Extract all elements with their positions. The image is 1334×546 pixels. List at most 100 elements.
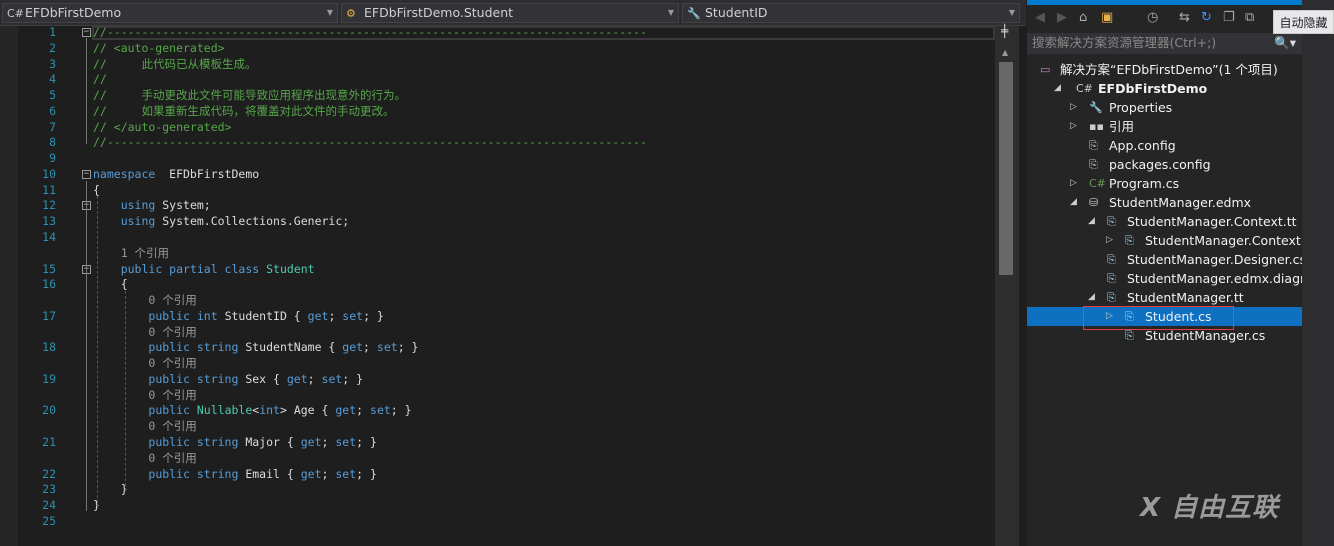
fold-toggle[interactable]: − [82, 169, 91, 179]
code-line: 11 { [0, 182, 990, 198]
line-number: 20 [42, 403, 56, 418]
show-all-files-icon[interactable]: ⧉ [1245, 10, 1254, 25]
code-line: 7 // </auto-generated> [0, 119, 990, 135]
search-input[interactable]: 搜索解决方案资源管理器(Ctrl+;) 🔍▾ [1027, 33, 1302, 54]
expand-arrow-icon[interactable]: ▷ [1070, 117, 1077, 136]
tree-item[interactable]: ⎘ StudentManager.Designer.cs [1027, 250, 1306, 269]
pending-changes-icon[interactable]: ◷ [1147, 10, 1158, 25]
code-editor[interactable]: 1 //-------------------------------------… [0, 24, 1026, 546]
line-number: 5 [49, 88, 56, 103]
code-text: public partial class Student [93, 261, 315, 277]
line-number: 6 [49, 103, 56, 118]
collapse-arrow-icon[interactable]: ◢ [1088, 212, 1095, 231]
collapse-arrow-icon[interactable]: ◢ [1088, 288, 1095, 307]
tree-item[interactable]: ⎘ App.config [1027, 136, 1302, 155]
expand-arrow-icon[interactable]: ▷ [1106, 231, 1113, 250]
code-token: // <auto-generated> [93, 40, 225, 55]
line-number: 16 [42, 277, 56, 292]
tree-item[interactable]: ◢ ⎘ StudentManager.Context.tt [1027, 212, 1302, 231]
line-number: 24 [42, 498, 56, 513]
code-text: 0 个引用 [93, 418, 197, 434]
tree-item[interactable]: ▷ ⎘ StudentManager.Context.cs [1027, 231, 1318, 250]
scrollbar-thumb[interactable] [999, 62, 1013, 275]
collapse-arrow-icon[interactable]: ◢ [1070, 193, 1077, 212]
codelens-references[interactable]: 0 个引用 [0, 292, 990, 308]
split-icon[interactable]: ╪ [1001, 24, 1008, 38]
code-text: public string Email { get; set; } [93, 466, 377, 482]
code-token: public string [148, 435, 239, 450]
project-dropdown[interactable]: C# EFDbFirstDemo ▼ [2, 3, 338, 23]
code-token: //--------------------------------------… [93, 135, 647, 150]
line-number: 1 [49, 25, 56, 39]
expand-arrow-icon[interactable]: ▷ [1070, 174, 1077, 193]
fold-toggle[interactable]: − [82, 28, 91, 37]
code-token: // 如果重新生成代码，将覆盖对此文件的手动更改。 [93, 103, 395, 118]
code-line: 6 // 如果重新生成代码，将覆盖对此文件的手动更改。 [0, 103, 990, 119]
code-text: // 如果重新生成代码，将覆盖对此文件的手动更改。 [93, 103, 394, 119]
member-label: StudentID [705, 5, 768, 20]
tree-item[interactable]: ▷ C# Program.cs [1027, 174, 1302, 193]
config-icon: ⎘ [1089, 158, 1098, 171]
codelens-references[interactable]: 1 个引用 [0, 245, 990, 261]
code-token: 0 个引用 [93, 419, 197, 434]
tree-item[interactable]: ◢ ⎘ StudentManager.tt [1027, 288, 1302, 307]
tree-item-label: StudentManager.edmx [1109, 195, 1252, 210]
csharp-project-icon: C# [1076, 82, 1093, 95]
code-token: Sex { [238, 371, 287, 386]
tree-item[interactable]: ◢ ⛁ StudentManager.edmx [1027, 193, 1302, 212]
code-token: public string [148, 466, 239, 481]
code-token: public string [148, 371, 239, 386]
refresh-icon[interactable]: ↻ [1201, 10, 1212, 25]
navigation-bar: C# EFDbFirstDemo ▼ ⚙ EFDbFirstDemo.Student ▼… [0, 0, 1026, 26]
collapse-all-icon[interactable]: ❐ [1223, 10, 1235, 25]
references-icon: ▪▪ [1089, 120, 1104, 133]
tree-item[interactable]: ⎘ packages.config [1027, 155, 1302, 174]
codelens-references[interactable]: 0 个引用 [0, 450, 990, 466]
code-line: 15 public partial class Student − [0, 261, 990, 277]
code-token: ; [321, 435, 336, 450]
code-token: ; [356, 403, 371, 418]
tree-item[interactable]: ⎘ StudentManager.edmx.diagram [1027, 269, 1325, 288]
code-token: set [342, 308, 364, 323]
solution-explorer-toolbar: ◀ ▶ ⌂ ▣ ◷ ⇆ ↻ ❐ ⧉ [1027, 5, 1302, 32]
code-token: int [259, 403, 280, 418]
tree-item[interactable]: ▭ 解决方案“EFDbFirstDemo”(1 个项目) [1027, 60, 1302, 79]
chevron-down-icon: ▼ [1008, 8, 1015, 17]
code-token: // [93, 72, 107, 87]
code-text: // 此代码已从模板生成。 [93, 56, 256, 72]
code-text: } [93, 481, 128, 497]
code-text: public int StudentID { get; set; } [93, 308, 383, 324]
tree-item-label: StudentManager.edmx.diagram [1127, 271, 1325, 286]
code-token: 0 个引用 [93, 450, 197, 465]
member-dropdown[interactable]: 🔧 StudentID ▼ [682, 3, 1020, 23]
code-text: 0 个引用 [93, 355, 196, 371]
type-dropdown[interactable]: ⚙ EFDbFirstDemo.Student ▼ [341, 3, 679, 23]
tree-item[interactable]: ▷ 🔧 Properties [1027, 98, 1302, 117]
vertical-scrollbar[interactable]: ╪ ▲ [995, 24, 1019, 546]
tree-item[interactable]: ▷ ▪▪ 引用 [1027, 117, 1302, 136]
expand-arrow-icon[interactable]: ▷ [1070, 98, 1077, 117]
wrench-icon: 🔧 [1089, 101, 1103, 114]
line-number: 25 [42, 513, 56, 528]
code-token: get [300, 435, 322, 450]
collapse-arrow-icon[interactable]: ◢ [1054, 79, 1061, 98]
tree-item[interactable]: ◢ C# EFDbFirstDemo [1027, 79, 1302, 98]
code-token: set [370, 403, 391, 418]
code-token: { [93, 277, 128, 292]
home-icon[interactable]: ⌂ [1079, 10, 1087, 25]
switch-views-icon[interactable]: ▣ [1101, 10, 1113, 25]
code-token: namespace [93, 166, 156, 181]
code-token: ; } [397, 340, 419, 355]
codelens-references[interactable]: 0 个引用 [0, 387, 990, 403]
code-token: get [307, 308, 329, 323]
forward-icon[interactable]: ▶ [1057, 10, 1067, 25]
sync-icon[interactable]: ⇆ [1179, 10, 1190, 25]
codelens-references[interactable]: 0 个引用 [0, 355, 990, 371]
code-text: { [93, 276, 128, 292]
back-icon[interactable]: ◀ [1035, 10, 1045, 25]
code-token: ; [328, 308, 343, 323]
codelens-references[interactable]: 0 个引用 [0, 418, 990, 434]
scroll-up-icon[interactable]: ▲ [1002, 48, 1008, 57]
tree-item-label: StudentManager.tt [1127, 290, 1244, 305]
codelens-references[interactable]: 0 个引用 [0, 324, 990, 340]
